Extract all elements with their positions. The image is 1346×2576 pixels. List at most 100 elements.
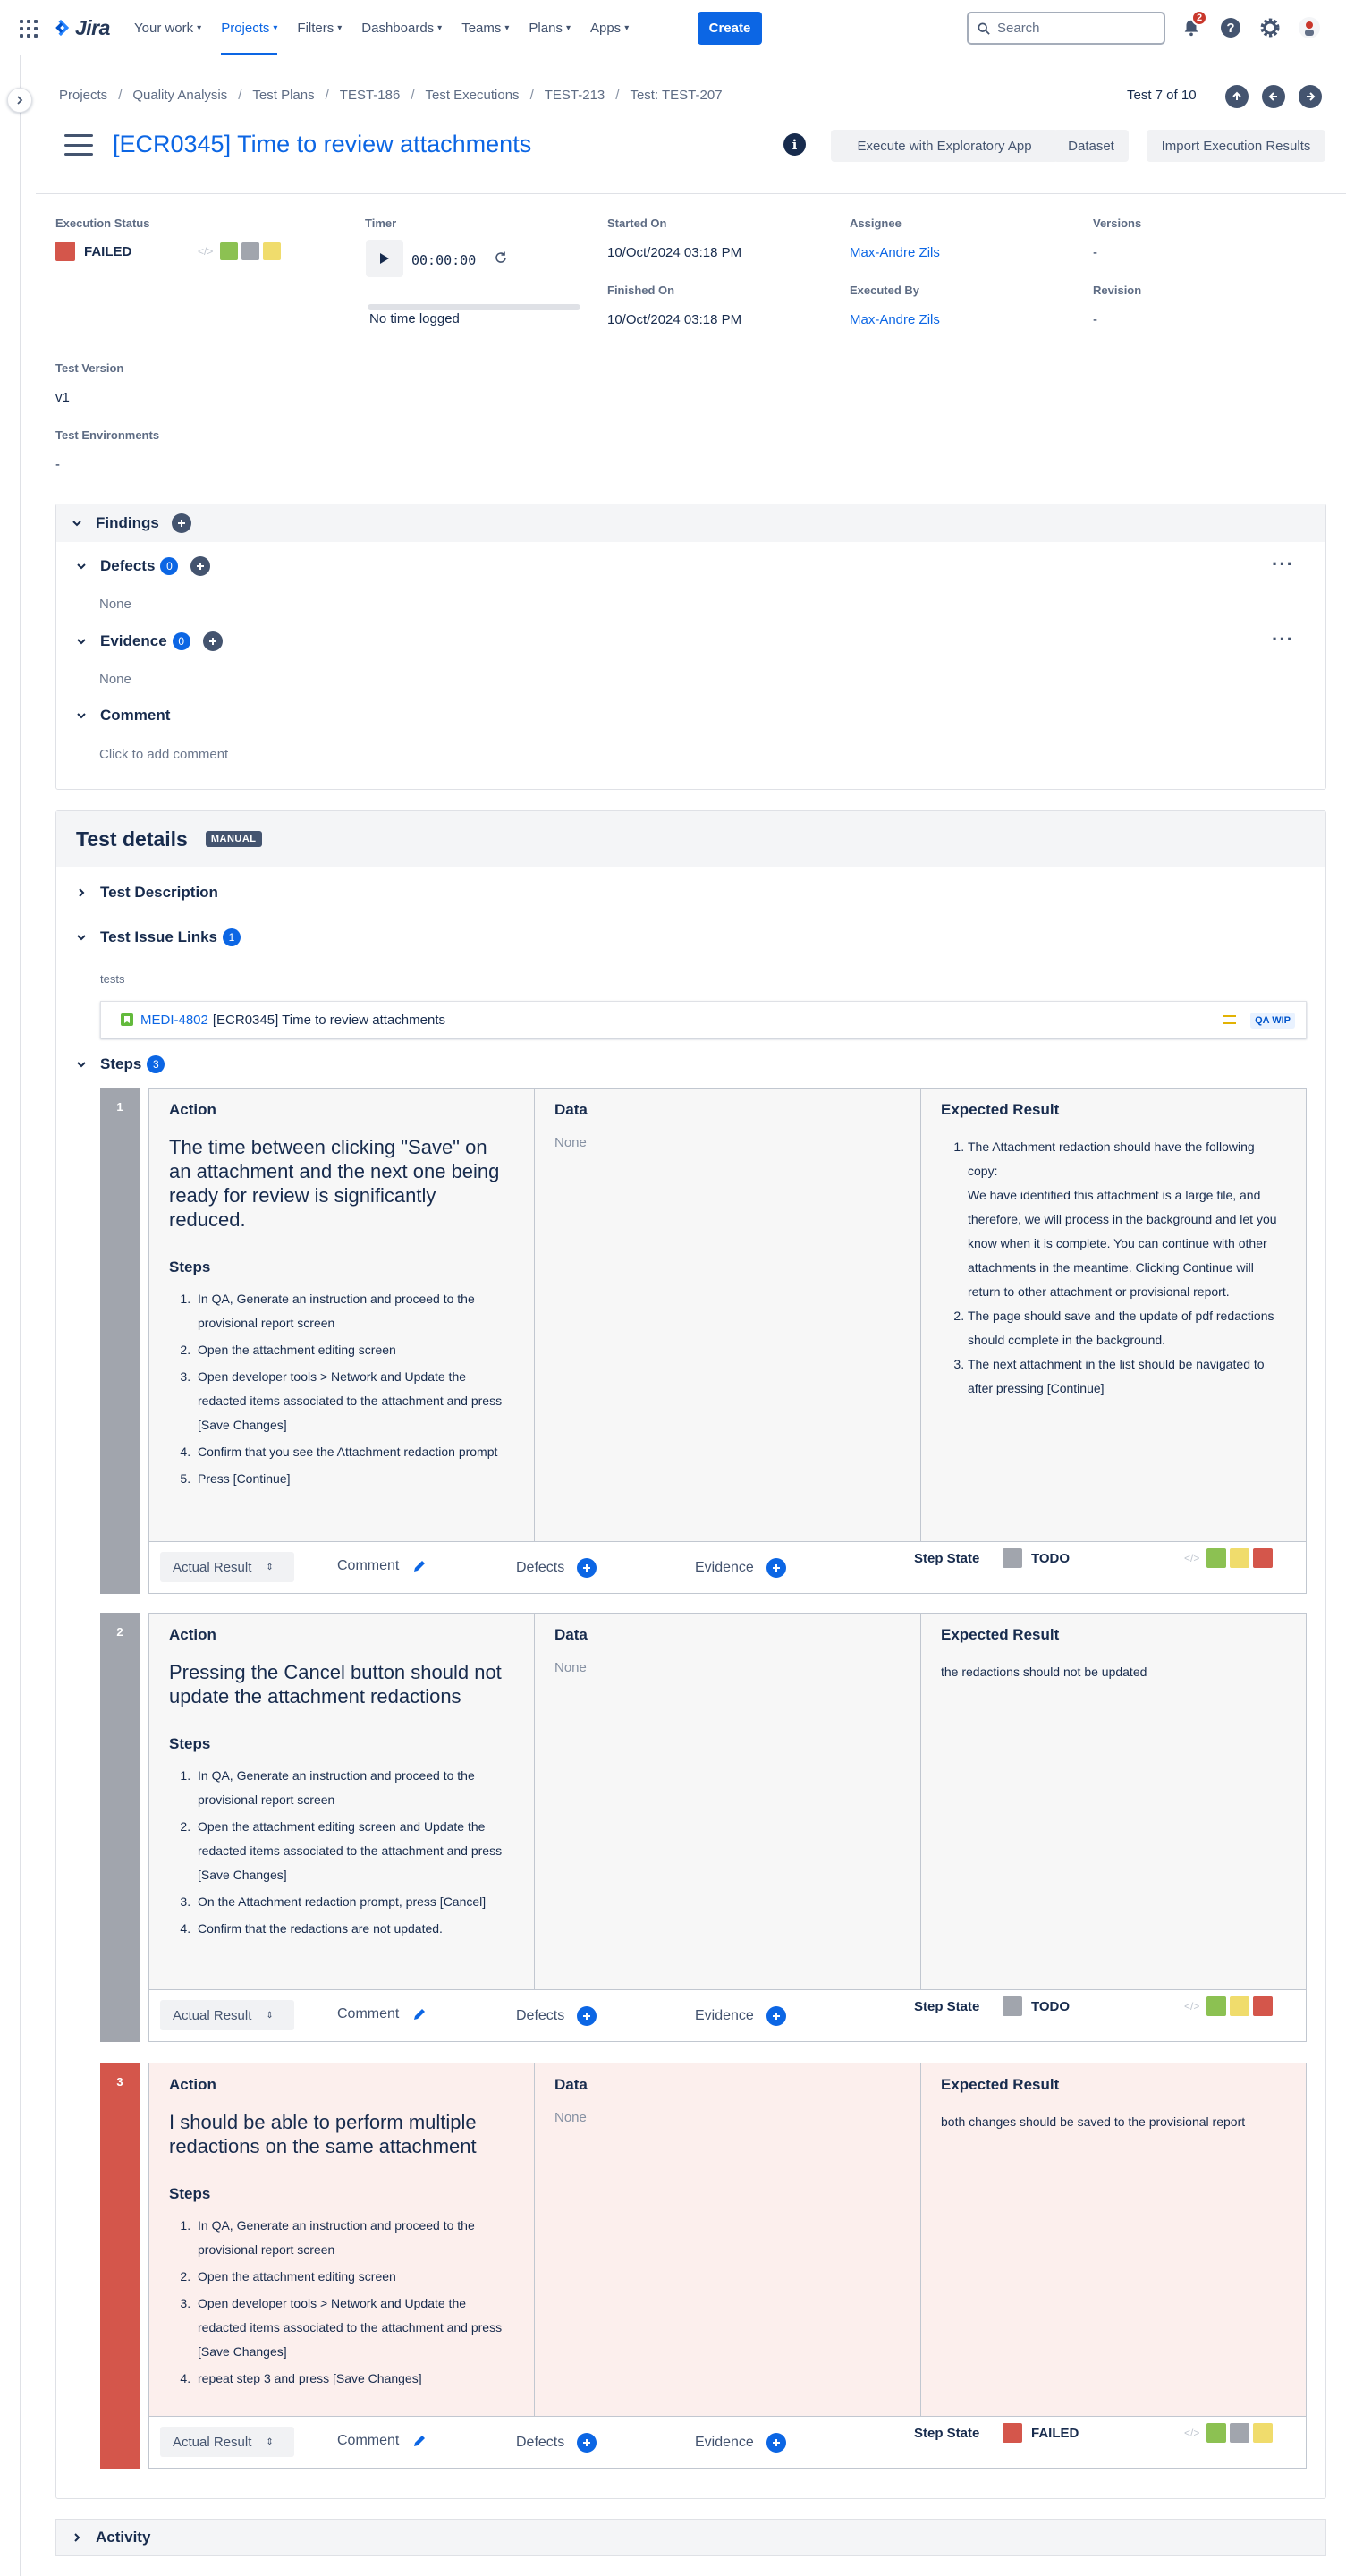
breadcrumb-projects[interactable]: Projects <box>59 88 107 103</box>
steps-label: Steps <box>100 1055 142 1072</box>
nav-projects[interactable]: Projects ▾ <box>221 0 278 55</box>
breadcrumb-test-execution[interactable]: TEST-213 <box>545 88 605 103</box>
data-heading: Data <box>554 1101 588 1118</box>
fail-state-button[interactable] <box>1253 1996 1274 2016</box>
search-input[interactable]: Search <box>967 12 1165 45</box>
nav-plans[interactable]: Plans ▾ <box>529 0 571 55</box>
help-button[interactable]: ? <box>1211 13 1250 42</box>
linked-issue-key[interactable]: MEDI-4802 <box>140 1013 208 1028</box>
executing-state-button[interactable] <box>1253 2423 1274 2443</box>
timer-play-button[interactable] <box>366 240 403 277</box>
chevron-down-icon <box>77 935 86 941</box>
menu-icon[interactable] <box>64 134 93 156</box>
dataset-button[interactable]: Dataset <box>1054 130 1129 162</box>
comment-input[interactable]: Click to add comment <box>99 747 228 762</box>
go-up-button[interactable] <box>1225 85 1249 108</box>
breadcrumb-test-plans[interactable]: Test Plans <box>252 88 314 103</box>
nav-filters[interactable]: Filters ▾ <box>297 0 342 55</box>
evidence-action[interactable]: Evidence <box>695 1558 786 1578</box>
actual-result-toggle[interactable]: Actual Result ⇕ <box>160 2000 294 2030</box>
findings-title: Findings <box>96 514 159 531</box>
todo-state-button[interactable] <box>1230 2423 1250 2443</box>
defects-action[interactable]: Defects <box>516 2006 597 2026</box>
evidence-action[interactable]: Evidence <box>695 2006 786 2026</box>
nav-apps[interactable]: Apps ▾ <box>590 0 629 55</box>
linked-issue-card[interactable]: MEDI-4802 [ECR0345] Time to review attac… <box>100 1001 1307 1038</box>
pass-state-button[interactable] <box>1206 2423 1227 2443</box>
add-defect-icon <box>577 1558 597 1578</box>
step-number[interactable]: 3 <box>100 2063 140 2469</box>
step-number[interactable]: 2 <box>100 1613 140 2042</box>
execution-status[interactable]: FAILED <box>55 242 131 261</box>
actual-result-toggle[interactable]: Actual Result ⇕ <box>160 1552 294 1582</box>
todo-status-button[interactable] <box>241 242 260 260</box>
step-state[interactable]: TODO <box>1003 1996 1070 2016</box>
fail-state-button[interactable] <box>1253 1548 1274 1568</box>
defects-action[interactable]: Defects <box>516 2433 597 2453</box>
test-issue-links-header[interactable]: Test Issue Links 1 <box>75 928 241 946</box>
activity-section[interactable]: Activity <box>55 2519 1326 2556</box>
revision-label: Revision <box>1093 284 1142 297</box>
breadcrumb-test[interactable]: Test: TEST-207 <box>630 88 722 103</box>
execute-exploratory-button[interactable]: Execute with Exploratory App <box>831 130 1058 162</box>
comment-header[interactable]: Comment <box>75 707 170 724</box>
defects-action[interactable]: Defects <box>516 1558 597 1578</box>
pass-state-button[interactable] <box>1206 1548 1227 1568</box>
timer-reset-button[interactable] <box>494 250 508 269</box>
add-defect-icon <box>577 2006 597 2026</box>
app-switcher-icon[interactable] <box>20 20 38 38</box>
comment-action[interactable]: Comment <box>337 2006 428 2022</box>
steps-header[interactable]: Steps 3 <box>75 1055 165 1073</box>
executing-state-button[interactable] <box>1230 1548 1250 1568</box>
defects-header[interactable]: Defects 0 <box>75 556 211 576</box>
actual-result-toggle[interactable]: Actual Result ⇕ <box>160 2427 294 2457</box>
executing-state-button[interactable] <box>1230 1996 1250 2016</box>
evidence-more-icon[interactable]: ··· <box>1272 628 1294 651</box>
evidence-header[interactable]: Evidence 0 <box>75 631 223 651</box>
nav-teams[interactable]: Teams ▾ <box>461 0 509 55</box>
settings-button[interactable] <box>1250 13 1290 42</box>
breadcrumb-project[interactable]: Quality Analysis <box>132 88 227 103</box>
chevron-down-icon: ▾ <box>337 22 343 33</box>
pencil-icon <box>414 2436 426 2446</box>
findings-header[interactable]: Findings <box>56 504 1325 542</box>
next-test-button[interactable] <box>1299 85 1322 108</box>
assignee-link[interactable]: Max-Andre Zils <box>850 245 940 260</box>
status-quick-picker: </> <box>198 242 282 260</box>
notifications-button[interactable]: 2 <box>1172 10 1211 42</box>
add-finding-button[interactable] <box>171 513 191 533</box>
instruction-item: Press [Continue] <box>194 1467 514 1491</box>
info-icon[interactable]: i <box>783 133 806 156</box>
breadcrumb-test-plan[interactable]: TEST-186 <box>340 88 401 103</box>
execution-status-value: FAILED <box>84 243 132 259</box>
evidence-action[interactable]: Evidence <box>695 2433 786 2453</box>
expected-item-text: The Attachment redaction should have the… <box>968 1140 1255 1178</box>
nav-your-work[interactable]: Your work ▾ <box>134 0 201 55</box>
add-evidence-button[interactable] <box>202 631 223 651</box>
breadcrumb-separator: / <box>325 88 329 103</box>
executed-by-link[interactable]: Max-Andre Zils <box>850 312 940 327</box>
comment-action[interactable]: Comment <box>337 1558 428 1574</box>
step-state[interactable]: TODO <box>1003 1548 1070 1568</box>
test-description-header[interactable]: Test Description <box>75 884 218 902</box>
defects-more-icon[interactable]: ··· <box>1272 553 1294 576</box>
import-execution-results-button[interactable]: Import Execution Results <box>1147 130 1325 162</box>
data-column: Data None <box>535 1089 921 1541</box>
comment-label: Comment <box>100 707 171 724</box>
comment-action[interactable]: Comment <box>337 2433 428 2449</box>
jira-logo[interactable]: Jira <box>52 15 110 40</box>
breadcrumb-test-executions[interactable]: Test Executions <box>426 88 520 103</box>
nav-dashboards[interactable]: Dashboards ▾ <box>361 0 442 55</box>
pass-status-button[interactable] <box>220 242 239 260</box>
step-state[interactable]: FAILED <box>1003 2423 1079 2443</box>
add-defect-button[interactable] <box>190 556 211 576</box>
executing-status-button[interactable] <box>263 242 282 260</box>
create-button[interactable]: Create <box>698 12 762 45</box>
previous-test-button[interactable] <box>1262 85 1285 108</box>
data-value: None <box>554 1135 587 1150</box>
profile-avatar[interactable] <box>1290 13 1329 42</box>
step-number[interactable]: 1 <box>100 1088 140 1594</box>
page-title[interactable]: [ECR0345] Time to review attachments <box>113 131 531 158</box>
sidebar-expand-button[interactable] <box>7 88 32 113</box>
pass-state-button[interactable] <box>1206 1996 1227 2016</box>
